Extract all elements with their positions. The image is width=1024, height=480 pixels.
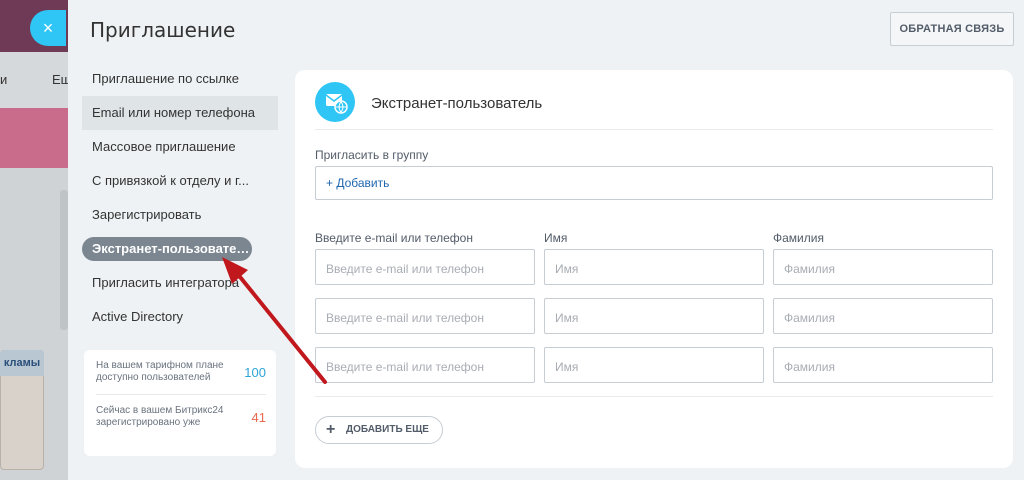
background-nav: и Ещ	[0, 52, 68, 108]
background-widget	[60, 190, 68, 330]
name-field[interactable]: Имя	[544, 298, 764, 334]
surname-field[interactable]: Фамилия	[773, 347, 993, 383]
menu-item-email-phone[interactable]: Email или номер телефона	[82, 96, 278, 130]
close-icon: ×	[42, 18, 54, 38]
page-title: Приглашение	[90, 18, 236, 42]
menu-item-link-invite[interactable]: Приглашение по ссылке	[82, 62, 278, 96]
background-page: и Ещ кламы	[0, 0, 68, 480]
menu-item-extranet[interactable]: Экстранет-пользователь	[82, 237, 252, 261]
extranet-invite-panel: Экстранет-пользователь Пригласить в груп…	[295, 70, 1013, 468]
background-card-header: кламы	[0, 350, 44, 376]
group-selector[interactable]: + Добавить	[315, 166, 993, 200]
menu-item-register[interactable]: Зарегистрировать	[82, 198, 278, 232]
add-group-link[interactable]: + Добавить	[326, 176, 389, 190]
column-header-name: Имя	[544, 231, 568, 245]
invite-menu: Приглашение по ссылке Email или номер те…	[82, 62, 278, 334]
add-more-button[interactable]: + ДОБАВИТЬ ЕЩЕ	[315, 416, 443, 444]
surname-field[interactable]: Фамилия	[773, 298, 993, 334]
group-label: Пригласить в группу	[315, 148, 429, 162]
plan-limit-value: 100	[244, 364, 266, 380]
registered-users-text: Сейчас в вашем Битрикс24 зарегистрирован…	[96, 405, 224, 428]
column-header-surname: Фамилия	[773, 231, 824, 245]
close-slider-button[interactable]: ×	[30, 10, 66, 46]
plan-limit-text: На вашем тарифном плане доступно пользов…	[96, 360, 224, 383]
name-field[interactable]: Имя	[544, 347, 764, 383]
background-banner	[0, 108, 68, 168]
divider	[96, 394, 266, 395]
email-field[interactable]: Введите e-mail или телефон	[315, 298, 535, 334]
background-nav-item: Ещ	[52, 72, 68, 87]
feedback-button[interactable]: ОБРАТНАЯ СВЯЗЬ	[890, 12, 1014, 46]
name-field[interactable]: Имя	[544, 249, 764, 285]
panel-title: Экстранет-пользователь	[371, 95, 543, 112]
menu-item-integrator[interactable]: Пригласить интегратора	[82, 266, 278, 300]
extranet-user-icon	[315, 82, 355, 122]
email-field[interactable]: Введите e-mail или телефон	[315, 249, 535, 285]
divider	[315, 396, 993, 397]
menu-item-active-directory[interactable]: Active Directory	[82, 300, 278, 334]
column-header-email: Введите e-mail или телефон	[315, 231, 473, 245]
background-nav-item: и	[0, 72, 8, 87]
registered-users-value: 41	[251, 409, 266, 425]
add-more-label: ДОБАВИТЬ ЕЩЕ	[346, 424, 429, 435]
menu-item-department[interactable]: С привязкой к отделу и г...	[82, 164, 278, 198]
menu-item-mass-invite[interactable]: Массовое приглашение	[82, 130, 278, 164]
invite-slider: Приглашение ОБРАТНАЯ СВЯЗЬ Приглашение п…	[68, 0, 1024, 480]
email-field[interactable]: Введите e-mail или телефон	[315, 347, 535, 383]
plus-icon: +	[326, 421, 336, 438]
panel-header: Экстранет-пользователь	[315, 82, 993, 130]
plan-info-box: На вашем тарифном плане доступно пользов…	[84, 350, 276, 456]
surname-field[interactable]: Фамилия	[773, 249, 993, 285]
